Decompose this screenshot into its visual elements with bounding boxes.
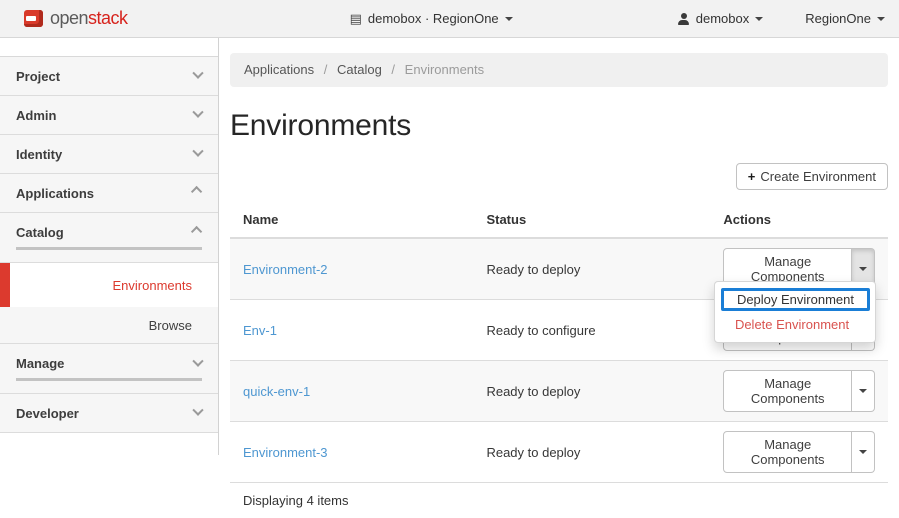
table-row-environment-2: Environment-2 Ready to deploy Manage Com… [230,238,888,300]
caret-down-icon [859,267,867,271]
environment-link[interactable]: quick-env-1 [243,384,310,399]
deploy-environment-menu-item[interactable]: Deploy Environment [721,288,870,311]
sidebar-item-applications[interactable]: Applications [0,174,218,213]
environments-table: Name Status Actions Environment-2 Ready … [230,204,888,483]
sidebar: Project Admin Identity Applications Cata… [0,38,219,455]
sidebar-label: Environments [113,278,192,293]
brand-text: openstack [50,8,128,29]
table-header-row: Name Status Actions [230,204,888,238]
user-icon [678,13,690,25]
navbar-right: demobox RegionOne [678,11,899,26]
page-title: Environments [230,109,888,143]
row-actions: Manage Components [723,370,875,412]
chevron-down-icon [192,355,203,366]
status-cell: Ready to configure [473,300,710,361]
column-header-actions: Actions [710,204,888,238]
sidebar-item-catalog[interactable]: Catalog [0,213,218,263]
sidebar-label: Identity [16,147,62,162]
sidebar-item-developer[interactable]: Developer [0,394,218,433]
sidebar-item-browse[interactable]: Browse [0,307,218,344]
plus-icon: + [748,169,756,184]
status-cell: Ready to deploy [473,238,710,300]
openstack-cube-icon [24,10,43,27]
table-actions-bar: + Create Environment [230,163,888,190]
caret-down-icon [505,17,513,21]
breadcrumb: Applications / Catalog / Environments [230,53,888,87]
brand-open: open [50,8,88,28]
chevron-up-icon [191,225,202,236]
actions-dropdown-toggle[interactable] [852,370,875,412]
chevron-down-icon [192,405,203,416]
sidebar-label: Applications [16,186,94,201]
sidebar-label: Manage [16,356,64,371]
breadcrumb-current: Environments [405,62,484,77]
grid-icon: ▤ [350,11,362,27]
user-menu[interactable]: demobox [678,11,763,26]
actions-dropdown-toggle[interactable] [852,431,875,473]
row-actions: Manage Components [723,431,875,473]
sidebar-label: Admin [16,108,56,123]
brand-stack: stack [88,8,128,28]
sidebar-item-project[interactable]: Project [0,57,218,96]
manage-components-button[interactable]: Manage Components [723,370,852,412]
column-header-name[interactable]: Name [230,204,473,238]
caret-down-icon [859,450,867,454]
create-environment-button[interactable]: + Create Environment [736,163,888,190]
chevron-down-icon [192,146,203,157]
context-label: demobox · RegionOne [368,11,499,26]
sidebar-item-environments[interactable]: Environments [0,263,218,307]
sidebar-item-manage[interactable]: Manage [0,344,218,394]
chevron-down-icon [192,68,203,79]
table-row-environment-3: Environment-3 Ready to deploy Manage Com… [230,422,888,483]
delete-environment-menu-item[interactable]: Delete Environment [715,313,875,336]
environment-link[interactable]: Env-1 [243,323,277,338]
sidebar-item-admin[interactable]: Admin [0,96,218,135]
sidebar-label: Browse [149,318,192,333]
region-menu[interactable]: RegionOne [805,11,885,26]
manage-components-button[interactable]: Manage Components [723,431,852,473]
status-cell: Ready to deploy [473,422,710,483]
caret-down-icon [755,17,763,21]
main-content: Applications / Catalog / Environments En… [219,38,899,455]
environment-link[interactable]: Environment-3 [243,445,328,460]
project-region-switcher[interactable]: ▤ demobox · RegionOne [350,11,513,27]
column-header-status[interactable]: Status [473,204,710,238]
breadcrumb-applications[interactable]: Applications [244,62,314,77]
sidebar-spacer [0,38,218,57]
section-underline [16,378,202,381]
caret-down-icon [859,389,867,393]
sidebar-item-identity[interactable]: Identity [0,135,218,174]
table-footer-count: Displaying 4 items [230,483,888,518]
breadcrumb-separator: / [391,62,395,77]
table-row-quick-env-1: quick-env-1 Ready to deploy Manage Compo… [230,361,888,422]
create-environment-label: Create Environment [760,169,876,184]
breadcrumb-catalog[interactable]: Catalog [337,62,382,77]
chevron-down-icon [192,107,203,118]
breadcrumb-separator: / [324,62,328,77]
sidebar-label: Catalog [16,225,64,240]
sidebar-label: Developer [16,406,79,421]
caret-down-icon [877,17,885,21]
top-navbar: openstack ▤ demobox · RegionOne demobox … [0,0,899,38]
user-menu-label: demobox [696,11,749,26]
actions-dropdown-menu: Deploy Environment Delete Environment [714,281,876,343]
environment-link[interactable]: Environment-2 [243,262,328,277]
sidebar-label: Project [16,69,60,84]
status-cell: Ready to deploy [473,361,710,422]
region-menu-label: RegionOne [805,11,871,26]
chevron-up-icon [191,186,202,197]
openstack-logo[interactable]: openstack [24,8,128,29]
section-underline [16,247,202,250]
